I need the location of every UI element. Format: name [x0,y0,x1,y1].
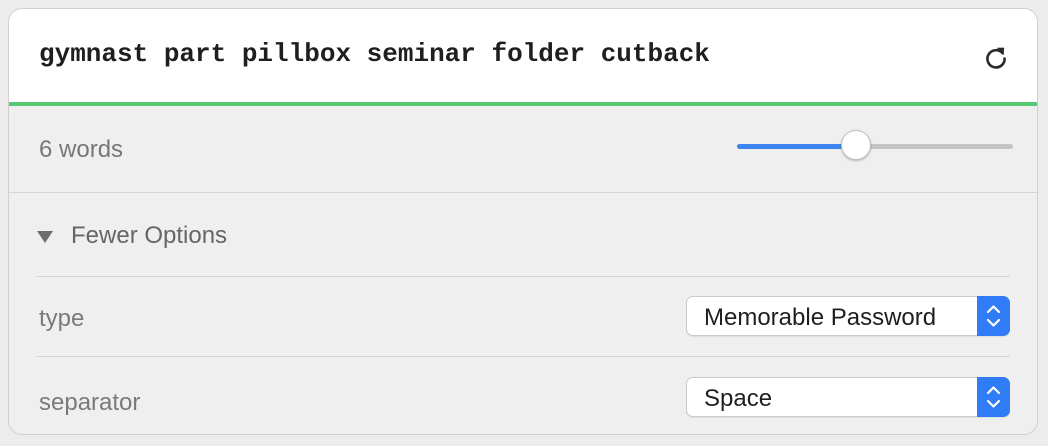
word-count-slider-knob[interactable] [840,130,871,160]
refresh-icon[interactable] [981,43,1011,73]
separator-select-value: Space [704,385,773,412]
fewer-options-label: Fewer Options [71,222,228,249]
type-label: type [39,305,85,332]
up-down-chevron-icon [977,377,1010,417]
separator-select[interactable]: Space [686,377,1010,417]
password-generator-panel: gymnast part pillbox seminar folder cutb… [8,8,1038,435]
word-count-label: 6 words [39,136,124,163]
type-select-value: Memorable Password [704,304,937,331]
generated-password-row: gymnast part pillbox seminar folder cutb… [9,9,1037,104]
fewer-options-toggle[interactable]: Fewer Options [37,221,227,251]
disclosure-triangle-down-icon [37,231,53,243]
options-divider [37,276,1010,277]
word-count-slider[interactable] [737,130,1013,160]
type-select[interactable]: Memorable Password [686,296,1010,336]
options-divider [37,356,1010,357]
separator-label: separator [39,389,141,416]
word-count-slider-fill [737,144,856,149]
word-count-row: 6 words [9,106,1037,193]
generated-password[interactable]: gymnast part pillbox seminar folder cutb… [39,39,710,69]
up-down-chevron-icon [977,296,1010,336]
